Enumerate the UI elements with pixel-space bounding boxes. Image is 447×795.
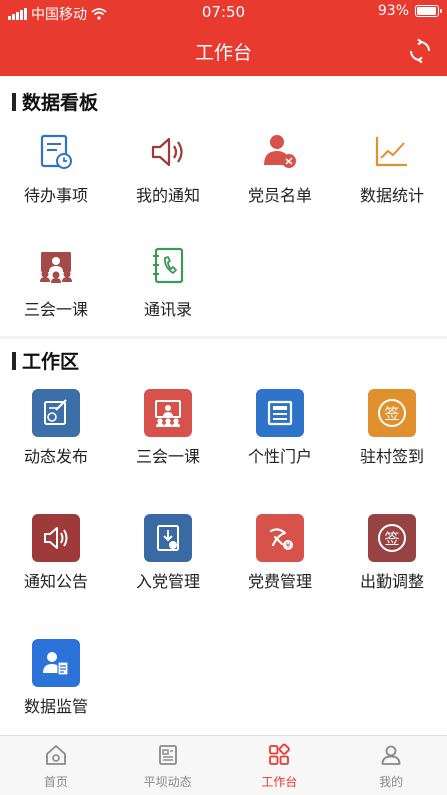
line-chart-icon: [368, 128, 416, 176]
workspace-item-announcement[interactable]: 通知公告: [0, 514, 112, 592]
user-icon: [381, 745, 401, 765]
workspace-item-meeting[interactable]: 三会一课: [112, 389, 224, 467]
dashboard-item-contacts[interactable]: 通讯录: [112, 242, 224, 320]
data-supervision-icon: [32, 639, 80, 687]
dashboard-item-todo[interactable]: 待办事项: [0, 128, 112, 206]
tab-workbench[interactable]: 工作台: [224, 736, 336, 795]
workspace-item-publish[interactable]: 动态发布: [0, 389, 112, 467]
home-icon: [45, 745, 66, 765]
speaker-icon: [144, 128, 192, 176]
svg-text:签: 签: [384, 530, 399, 548]
page-title: 工作台: [194, 42, 252, 64]
dashboard-item-label: 待办事项: [23, 186, 88, 205]
refresh-icon[interactable]: [407, 38, 433, 64]
contacts-book-icon: [144, 242, 192, 290]
section-title-dashboard: 数据看板: [12, 88, 98, 115]
portal-icon: [256, 389, 304, 437]
workspace-item-portal[interactable]: 个性门户: [224, 389, 336, 467]
speaker-icon: [32, 514, 80, 562]
workspace-item-join-party[interactable]: 入党管理: [112, 514, 224, 592]
party-fee-icon: ¥: [256, 514, 304, 562]
svg-text:签: 签: [384, 405, 399, 423]
attendance-icon: 签: [368, 514, 416, 562]
svg-text:¥: ¥: [285, 541, 290, 550]
tab-label: 工作台: [261, 775, 298, 789]
join-party-icon: [144, 514, 192, 562]
workspace-section: 工作区 动态发布 三会一课 个性门户 签 驻村签到 通知公告 入党管理 ¥ 党费…: [0, 339, 447, 735]
battery-icon: [415, 5, 442, 17]
meeting-icon: [32, 242, 80, 290]
sign-in-icon: 签: [368, 389, 416, 437]
tab-me[interactable]: 我的: [335, 736, 447, 795]
workspace-item-label: 出勤调整: [359, 572, 424, 591]
workspace-item-label: 动态发布: [23, 447, 88, 466]
tab-home[interactable]: 首页: [0, 736, 112, 795]
workspace-item-label: 通知公告: [23, 572, 88, 591]
dashboard-item-label: 数据统计: [359, 186, 424, 205]
header-bar: 工作台: [0, 26, 447, 76]
status-bar: 中国移动 07:50 93%: [0, 0, 447, 26]
tab-label: 首页: [43, 775, 68, 789]
workspace-item-label: 入党管理: [135, 572, 200, 591]
dashboard-item-label: 通讯录: [143, 300, 192, 319]
workspace-item-party-fee[interactable]: ¥ 党费管理: [224, 514, 336, 592]
tab-label: 平坝动态: [143, 775, 192, 789]
battery-percent: 93%: [377, 3, 409, 19]
workspace-item-label: 驻村签到: [359, 447, 424, 466]
dashboard-item-label: 三会一课: [23, 300, 88, 319]
workspace-item-label: 数据监管: [23, 697, 88, 716]
workspace-item-label: 三会一课: [135, 447, 200, 466]
dashboard-item-label: 我的通知: [135, 186, 200, 205]
workspace-item-checkin[interactable]: 签 驻村签到: [336, 389, 447, 467]
workspace-item-data-supervision[interactable]: 数据监管: [0, 639, 112, 717]
dashboard-item-members[interactable]: 党员名单: [224, 128, 336, 206]
workbench-icon: [269, 743, 291, 765]
tab-news[interactable]: 平坝动态: [112, 736, 224, 795]
meeting-icon: [144, 389, 192, 437]
todo-icon: [32, 128, 80, 176]
workspace-item-label: 党费管理: [247, 572, 312, 591]
dashboard-section: 数据看板 待办事项 我的通知 党员名单 数据统计 三会一课 通讯录: [0, 76, 447, 336]
workspace-item-attendance[interactable]: 签 出勤调整: [336, 514, 447, 592]
tab-label: 我的: [379, 775, 404, 789]
publish-icon: [32, 389, 80, 437]
dashboard-item-label: 党员名单: [247, 186, 312, 205]
dashboard-item-meeting[interactable]: 三会一课: [0, 242, 112, 320]
party-member-icon: [256, 128, 304, 176]
dashboard-item-stats[interactable]: 数据统计: [336, 128, 447, 206]
news-icon: [158, 745, 177, 765]
dashboard-item-notice[interactable]: 我的通知: [112, 128, 224, 206]
tab-bar: 首页 平坝动态 工作台 我的: [0, 735, 447, 795]
workspace-item-label: 个性门户: [247, 447, 312, 466]
section-title-workspace: 工作区: [12, 347, 79, 374]
